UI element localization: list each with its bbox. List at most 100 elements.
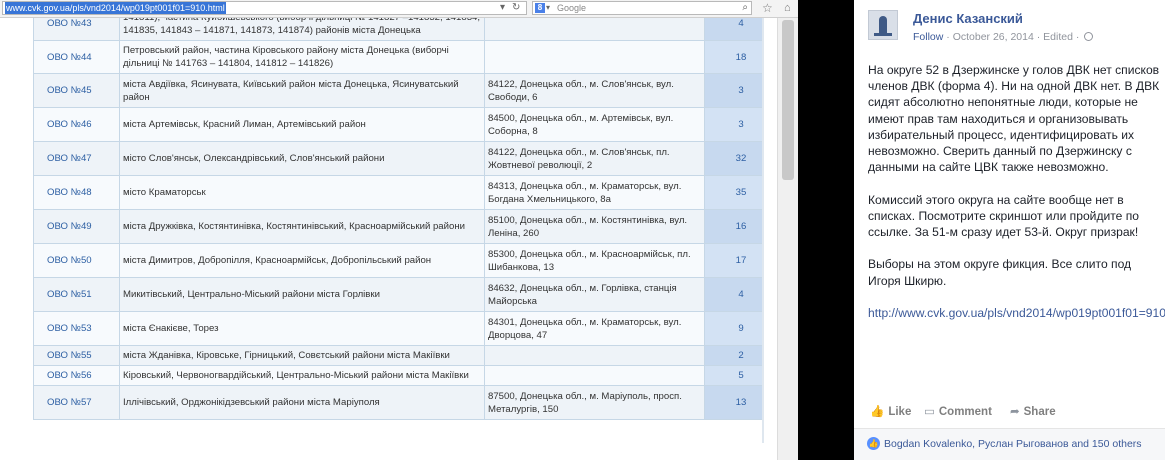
ovo-table-container: ОВО №43141811), частина Куйбишевського (… <box>33 18 762 443</box>
ovo-cell[interactable]: ОВО №43 <box>33 18 120 41</box>
facebook-post: Денис Казанский Follow · October 26, 201… <box>854 0 1165 460</box>
district-cell: Кіровський, Червоногвардійський, Централ… <box>119 365 485 386</box>
count-cell[interactable]: 5 <box>704 365 762 386</box>
count-cell[interactable]: 17 <box>704 243 762 278</box>
post-paragraph-2: Комиссий этого округа на сайте вообще не… <box>868 192 1140 240</box>
ovo-cell[interactable]: ОВО №57 <box>33 385 120 420</box>
author-name[interactable]: Денис Казанский <box>913 11 1023 27</box>
post-meta: Follow · October 26, 2014 · Edited · <box>913 30 1094 44</box>
ovo-cell[interactable]: ОВО №56 <box>33 365 120 386</box>
post-actions: 👍 Like ▭ Comment ➦ Share <box>868 402 1152 424</box>
ovo-cell[interactable]: ОВО №49 <box>33 209 120 244</box>
district-cell: місто Краматорськ <box>119 175 485 210</box>
count-cell[interactable]: 4 <box>704 277 762 312</box>
likes-summary[interactable]: Bogdan Kovalenko, Руслан Рыгованов and 1… <box>884 437 1142 451</box>
globe-icon <box>1084 32 1094 41</box>
thumbs-up-icon: 👍 <box>870 406 885 418</box>
count-cell[interactable]: 13 <box>704 385 762 420</box>
ovo-cell[interactable]: ОВО №47 <box>33 141 120 176</box>
address-cell: 84313, Донецька обл., м. Краматорськ, ву… <box>484 175 705 210</box>
search-icon[interactable]: ⌕ <box>742 2 748 14</box>
table-row: ОВО №48 місто Краматорськ 84313, Донецька … <box>33 175 762 210</box>
address-cell: 85300, Донецька обл., м. Красноармійськ,… <box>484 243 705 278</box>
ovo-cell[interactable]: ОВО №46 <box>33 107 120 142</box>
address-cell: 84632, Донецька обл., м. Горлівка, станц… <box>484 277 705 312</box>
count-cell[interactable]: 32 <box>704 141 762 176</box>
ovo-cell[interactable]: ОВО №44 <box>33 40 120 74</box>
search-placeholder: Google <box>557 3 587 13</box>
like-button[interactable]: 👍 Like <box>870 404 911 420</box>
engine-dropdown-icon[interactable]: ▾ <box>546 2 550 14</box>
district-cell: 141811), частина Куйбишевського (виборчі… <box>119 18 485 41</box>
cvk-screenshot: www.cvk.gov.ua/pls/vnd2014/wp019pt001f01… <box>0 0 798 460</box>
page-bottom <box>0 443 777 460</box>
comment-icon: ▭ <box>924 406 935 418</box>
statue-icon <box>879 16 887 34</box>
search-box[interactable]: 8 ▾ Google ⌕ <box>532 1 752 15</box>
browser-toolbar: www.cvk.gov.ua/pls/vnd2014/wp019pt001f01… <box>0 0 798 18</box>
edited-label[interactable]: Edited <box>1043 31 1073 43</box>
table-row: ОВО №53 міста Єнакієве, Торез 84301, Донец… <box>33 311 762 346</box>
share-button[interactable]: ➦ Share <box>1010 404 1056 420</box>
like-label: Like <box>888 406 912 418</box>
table-row: ОВО №44 Петровський район, частина Кіровс… <box>33 40 762 74</box>
ovo-cell[interactable]: ОВО №51 <box>33 277 120 312</box>
district-cell: міста Дружківка, Костянтинівка, Костянти… <box>119 209 485 244</box>
district-cell: міста Димитров, Добропілля, Красноармійс… <box>119 243 485 278</box>
address-cell <box>484 365 705 386</box>
ovo-cell[interactable]: ОВО №45 <box>33 73 120 108</box>
address-cell: 87500, Донецька обл., м. Маріуполь, прос… <box>484 385 705 420</box>
table-row: ОВО №57 Іллічівський, Орджонікідзевський … <box>33 385 762 420</box>
bookmark-star-icon[interactable]: ☆ <box>762 0 773 16</box>
district-cell: міста Жданівка, Кіровське, Гірницький, С… <box>119 345 485 366</box>
address-bar[interactable]: www.cvk.gov.ua/pls/vnd2014/wp019pt001f01… <box>2 1 527 15</box>
share-label: Share <box>1023 406 1056 418</box>
address-cell: 85100, Донецька обл., м. Костянтинівка, … <box>484 209 705 244</box>
search-engine-icon[interactable]: 8 <box>535 3 545 13</box>
follow-link[interactable]: Follow <box>913 31 943 43</box>
scrollbar-thumb[interactable] <box>782 20 794 180</box>
address-cell: 84301, Донецька обл., м. Краматорськ, ву… <box>484 311 705 346</box>
district-cell: міста Єнакієве, Торез <box>119 311 485 346</box>
ovo-cell[interactable]: ОВО №48 <box>33 175 120 210</box>
count-cell[interactable]: 16 <box>704 209 762 244</box>
ovo-cell[interactable]: ОВО №53 <box>33 311 120 346</box>
table-row: ОВО №43141811), частина Куйбишевського (… <box>33 18 762 41</box>
home-icon[interactable]: ⌂ <box>784 0 791 16</box>
share-icon: ➦ <box>1010 406 1020 418</box>
address-cell <box>484 40 705 74</box>
dropdown-arrow-icon[interactable]: ▾ <box>500 1 505 14</box>
post-link[interactable]: http://www.cvk.gov.ua/pls/vnd2014/wp019p… <box>868 306 1165 320</box>
post-paragraph-1: На округе 52 в Дзержинске у голов ДВК не… <box>868 63 1160 175</box>
table-row: ОВО №50 міста Димитров, Добропілля, Красн… <box>33 243 762 278</box>
url-text: www.cvk.gov.ua/pls/vnd2014/wp019pt001f01… <box>5 2 226 14</box>
count-cell[interactable]: 9 <box>704 311 762 346</box>
count-cell[interactable]: 2 <box>704 345 762 366</box>
count-cell[interactable]: 35 <box>704 175 762 210</box>
table-row: ОВО №47 місто Слов'янськ, Олександрівськи… <box>33 141 762 176</box>
comment-label: Comment <box>938 406 992 418</box>
count-cell[interactable]: 4 <box>704 18 762 41</box>
ovo-table: ОВО №43141811), частина Куйбишевського (… <box>33 18 762 420</box>
table-border <box>762 18 764 443</box>
table-row: ОВО №45 міста Авдіївка, Ясинувата, Київсь… <box>33 73 762 108</box>
like-badge-icon: 👍 <box>867 437 880 450</box>
district-cell: місто Слов'янськ, Олександрівський, Слов… <box>119 141 485 176</box>
district-cell: Іллічівський, Орджонікідзевський райони … <box>119 385 485 420</box>
ovo-cell[interactable]: ОВО №50 <box>33 243 120 278</box>
district-cell: міста Артемівськ, Красний Лиман, Артемів… <box>119 107 485 142</box>
address-cell <box>484 18 705 41</box>
comment-button[interactable]: ▭ Comment <box>924 404 992 420</box>
avatar[interactable] <box>868 10 898 40</box>
ovo-cell[interactable]: ОВО №55 <box>33 345 120 366</box>
reload-icon[interactable]: ↻ <box>512 1 520 14</box>
avatar-base <box>874 33 892 36</box>
table-row: ОВО №55 міста Жданівка, Кіровське, Гірниц… <box>33 345 762 366</box>
table-row: ОВО №46 міста Артемівськ, Красний Лиман, … <box>33 107 762 142</box>
count-cell[interactable]: 3 <box>704 107 762 142</box>
post-date[interactable]: October 26, 2014 <box>953 31 1034 43</box>
count-cell[interactable]: 18 <box>704 40 762 74</box>
table-row: ОВО №56 Кіровський, Червоногвардійський, … <box>33 365 762 386</box>
page-scrollbar[interactable] <box>777 18 798 460</box>
count-cell[interactable]: 3 <box>704 73 762 108</box>
